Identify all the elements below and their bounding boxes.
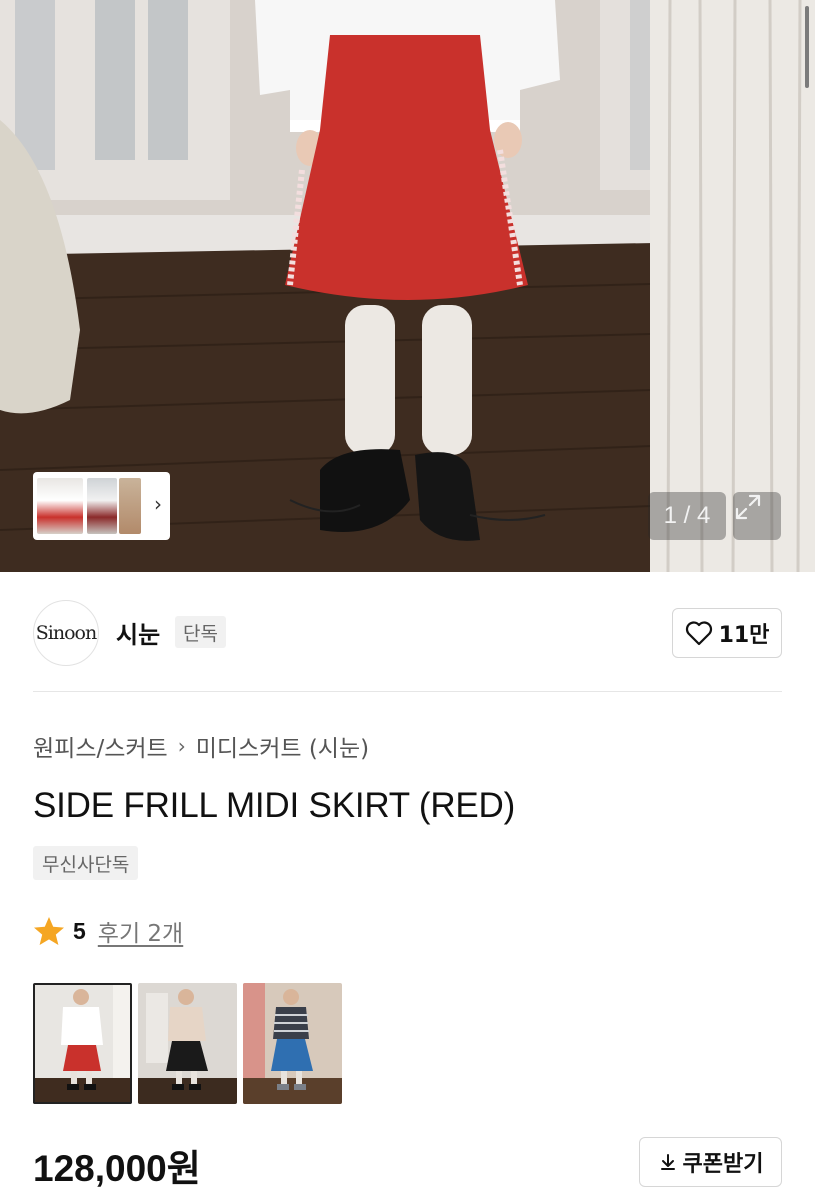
gallery-thumbnail[interactable] xyxy=(37,478,83,534)
product-price: 128,000원 xyxy=(33,1148,201,1189)
brand-logo[interactable]: Sinoon xyxy=(33,600,99,666)
review-count-link[interactable]: 후기 2개 xyxy=(98,914,183,948)
musinsa-exclusive-badge: 무신사단독 xyxy=(33,846,139,880)
product-main-image[interactable]: › 1 / 4 xyxy=(0,0,815,572)
image-counter: 1 / 4 xyxy=(648,492,726,540)
breadcrumb: 원피스/스커트 › 미디스커트 (시눈) xyxy=(33,729,369,763)
color-option-red[interactable] xyxy=(33,983,132,1104)
color-option-thumbnails xyxy=(33,983,342,1104)
like-button[interactable]: 11만 xyxy=(672,608,782,658)
gallery-thumbnail[interactable] xyxy=(119,478,141,534)
brand-name[interactable]: 시눈 xyxy=(116,615,160,650)
like-count: 11만 xyxy=(718,623,770,648)
breadcrumb-category[interactable]: 원피스/스커트 xyxy=(33,729,168,763)
expand-icon xyxy=(735,494,761,520)
color-option-black[interactable] xyxy=(138,983,237,1104)
get-coupon-button[interactable]: 쿠폰받기 xyxy=(639,1137,782,1187)
star-icon xyxy=(34,917,64,945)
heart-icon xyxy=(685,621,712,646)
rating-score: 5 xyxy=(73,917,86,944)
coupon-label: 쿠폰받기 xyxy=(682,1152,764,1177)
chevron-right-icon[interactable]: › xyxy=(154,492,162,516)
scrollbar[interactable] xyxy=(805,6,809,88)
brand-exclusive-badge: 단독 xyxy=(175,616,226,648)
download-icon xyxy=(660,1154,675,1170)
expand-button[interactable] xyxy=(733,492,781,540)
brand-row: Sinoon 시눈 단독 11만 xyxy=(33,598,782,668)
product-title: SIDE FRILL MIDI SKIRT (RED) xyxy=(33,786,516,825)
color-option-blue[interactable] xyxy=(243,983,342,1104)
chevron-right-icon: › xyxy=(177,734,186,758)
breadcrumb-subcategory[interactable]: 미디스커트 (시눈) xyxy=(196,729,369,763)
gallery-thumbnail-strip[interactable]: › xyxy=(33,472,170,540)
divider xyxy=(33,691,782,692)
rating-summary: 5 후기 2개 xyxy=(33,914,183,948)
gallery-thumbnail[interactable] xyxy=(87,478,117,534)
